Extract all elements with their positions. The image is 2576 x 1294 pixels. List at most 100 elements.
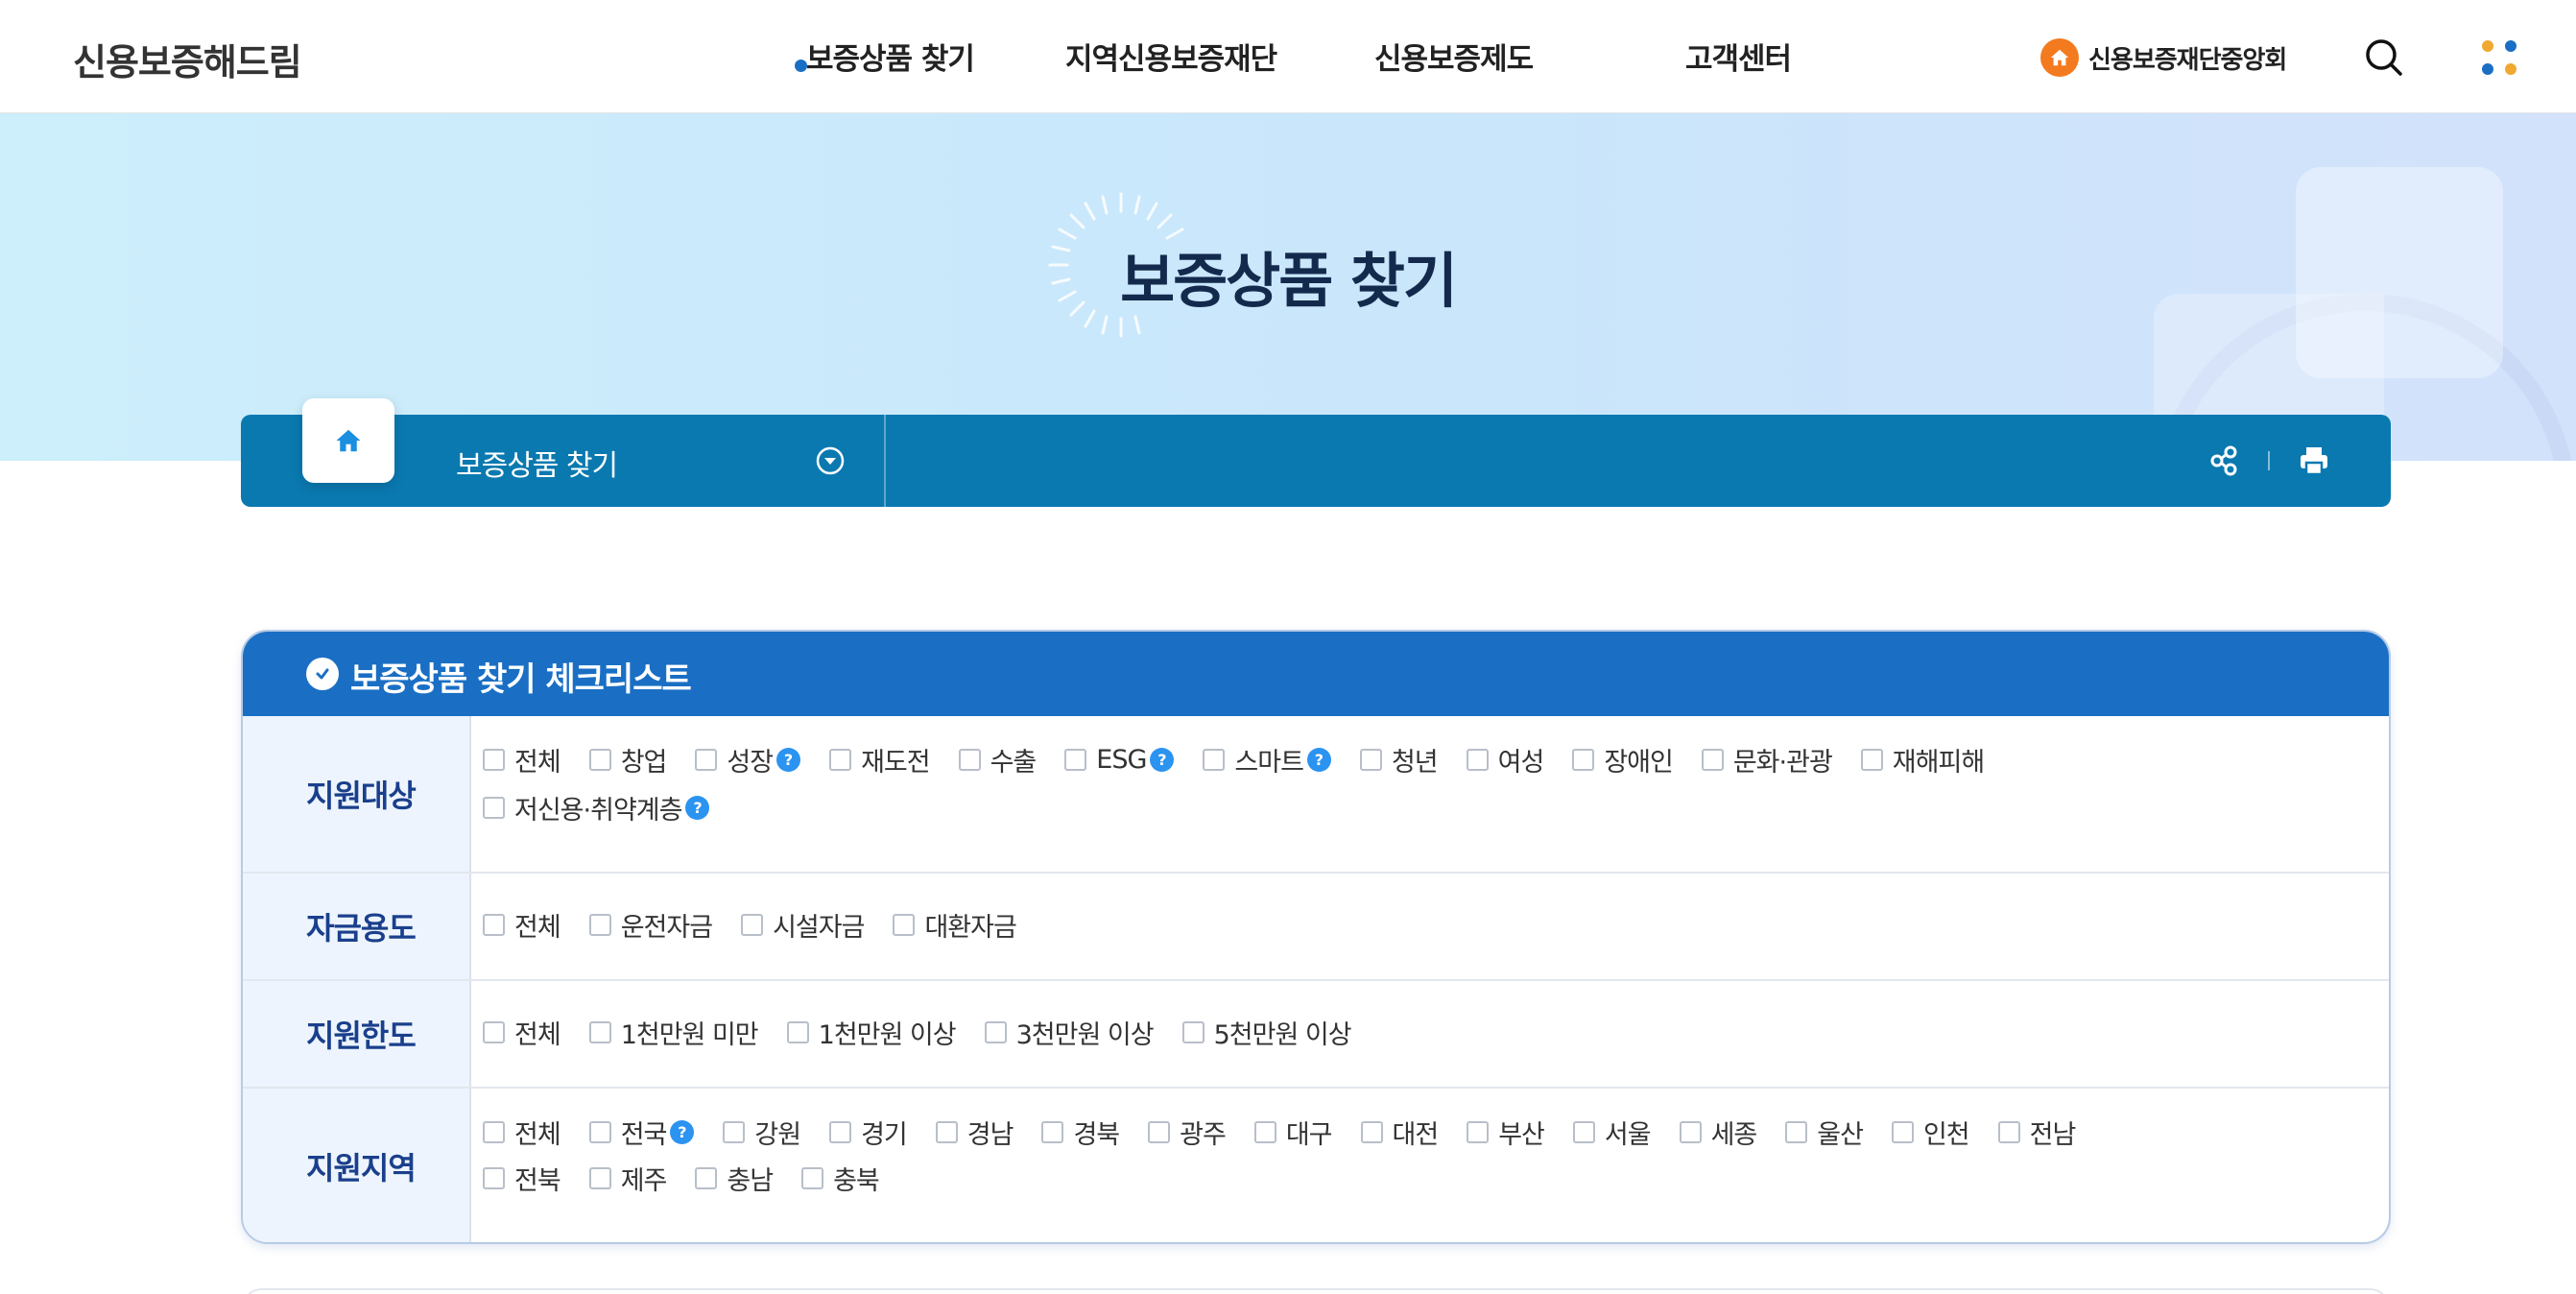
checkbox-option[interactable]: 울산 [1785, 1108, 1864, 1156]
checkbox[interactable] [588, 1166, 611, 1189]
checkbox-option[interactable]: 5천만원 이상 [1181, 1008, 1352, 1056]
checkbox[interactable] [1997, 1120, 2020, 1143]
checkbox-option[interactable]: 서울 [1572, 1108, 1652, 1156]
checkbox-option[interactable]: 광주 [1148, 1108, 1227, 1156]
checkbox[interactable] [741, 913, 764, 936]
checkbox-option[interactable]: 전체 [483, 735, 561, 783]
checkbox-option[interactable]: 1천만원 이상 [786, 1008, 957, 1056]
checkbox-option[interactable]: 세종 [1679, 1108, 1757, 1156]
checkbox-option[interactable]: 스마트? [1203, 735, 1331, 783]
nav-item-guarantee-system[interactable]: 신용보증제도 [1374, 35, 1534, 78]
checkbox-option[interactable]: 충북 [801, 1154, 880, 1202]
checkbox[interactable] [483, 1020, 505, 1043]
checkbox[interactable] [1860, 748, 1883, 771]
checkbox[interactable] [801, 1166, 824, 1189]
checkbox-option[interactable]: 경기 [829, 1108, 908, 1156]
checkbox[interactable] [588, 1120, 611, 1143]
checkbox[interactable] [893, 913, 916, 936]
checkbox-option[interactable]: 전북 [483, 1154, 561, 1202]
checkbox-option[interactable]: 3천만원 이상 [984, 1008, 1155, 1056]
checkbox-option[interactable]: 충남 [695, 1154, 774, 1202]
checkbox-option[interactable]: 부산 [1467, 1108, 1545, 1156]
breadcrumb-current[interactable]: 보증상품 찾기 [456, 442, 618, 484]
checkbox[interactable] [1203, 748, 1226, 771]
checkbox[interactable] [1148, 1120, 1171, 1143]
checkbox-option[interactable]: 문화·관광 [1701, 735, 1833, 783]
breadcrumb-home-button[interactable] [302, 398, 394, 483]
checkbox[interactable] [1253, 1120, 1276, 1143]
checkbox-option[interactable]: 제주 [588, 1154, 667, 1202]
checkbox[interactable] [1467, 1120, 1490, 1143]
checkbox-option[interactable]: 전체 [483, 900, 561, 948]
checkbox-option[interactable]: 전국? [588, 1108, 695, 1156]
checkbox-option[interactable]: 전체 [483, 1008, 561, 1056]
checkbox-option[interactable]: 여성 [1466, 735, 1544, 783]
checkbox-option[interactable]: 경북 [1041, 1108, 1120, 1156]
checkbox[interactable] [588, 913, 611, 936]
checkbox[interactable] [1359, 748, 1382, 771]
checkbox-option[interactable]: 장애인 [1572, 735, 1674, 783]
checkbox[interactable] [1360, 1120, 1383, 1143]
help-icon[interactable]: ? [670, 1119, 695, 1144]
checkbox[interactable] [935, 1120, 958, 1143]
checkbox[interactable] [483, 1166, 505, 1189]
checkbox-option[interactable]: 대환자금 [893, 900, 1017, 948]
checkbox[interactable] [829, 748, 852, 771]
chevron-down-icon[interactable] [815, 445, 846, 476]
checkbox[interactable] [1572, 748, 1595, 771]
checkbox[interactable] [984, 1020, 1007, 1043]
checkbox-option[interactable]: 저신용·취약계층? [483, 783, 710, 831]
checkbox-option[interactable]: 성장? [695, 735, 801, 783]
checkbox[interactable] [1701, 748, 1724, 771]
checkbox[interactable] [588, 1020, 611, 1043]
checkbox-option[interactable]: 창업 [588, 735, 667, 783]
share-icon[interactable] [2206, 443, 2241, 478]
checkbox[interactable] [1572, 1120, 1595, 1143]
checkbox[interactable] [723, 1120, 746, 1143]
checkbox-option[interactable]: 1천만원 미만 [588, 1008, 759, 1056]
checkbox[interactable] [695, 748, 718, 771]
checkbox-option[interactable]: 전체 [483, 1108, 561, 1156]
help-icon[interactable]: ? [1150, 747, 1175, 772]
checkbox-option[interactable]: 전남 [1997, 1108, 2076, 1156]
checkbox-option[interactable]: 강원 [723, 1108, 801, 1156]
help-icon[interactable]: ? [1306, 747, 1331, 772]
all-menu-icon[interactable] [2478, 36, 2520, 79]
checkbox[interactable] [483, 1120, 505, 1143]
checkbox[interactable] [1041, 1120, 1064, 1143]
checkbox-option[interactable]: ESG? [1064, 735, 1175, 783]
nav-item-regional-foundation[interactable]: 지역신용보증재단 [1065, 35, 1277, 78]
checkbox[interactable] [1466, 748, 1489, 771]
checkbox-option[interactable]: 경남 [935, 1108, 1014, 1156]
help-icon[interactable]: ? [776, 747, 801, 772]
print-icon[interactable] [2297, 443, 2331, 478]
checkbox[interactable] [786, 1020, 809, 1043]
site-logo[interactable]: 신용보증해드림 [73, 33, 302, 85]
nav-item-customer-center[interactable]: 고객센터 [1685, 35, 1792, 78]
checkbox-option[interactable]: 운전자금 [588, 900, 713, 948]
org-home-link[interactable]: 신용보증재단중앙회 [2040, 38, 2287, 77]
checkbox[interactable] [483, 913, 505, 936]
checkbox-option[interactable]: 대전 [1360, 1108, 1439, 1156]
nav-item-product-search[interactable]: 보증상품 찾기 [806, 35, 975, 78]
help-icon[interactable]: ? [685, 795, 710, 820]
checkbox[interactable] [588, 748, 611, 771]
checkbox[interactable] [483, 796, 505, 819]
checkbox-option[interactable]: 수출 [958, 735, 1037, 783]
search-icon[interactable] [2363, 36, 2405, 79]
checkbox-option[interactable]: 인천 [1891, 1108, 1970, 1156]
checkbox[interactable] [1679, 1120, 1702, 1143]
checkbox[interactable] [1891, 1120, 1914, 1143]
checkbox-option[interactable]: 대구 [1253, 1108, 1332, 1156]
checkbox[interactable] [695, 1166, 718, 1189]
checkbox[interactable] [958, 748, 981, 771]
checkbox[interactable] [829, 1120, 852, 1143]
checkbox-option[interactable]: 청년 [1359, 735, 1439, 783]
checkbox[interactable] [1785, 1120, 1808, 1143]
checkbox-option[interactable]: 재해피해 [1860, 735, 1985, 783]
checkbox-option[interactable]: 재도전 [829, 735, 931, 783]
checkbox[interactable] [1181, 1020, 1205, 1043]
checkbox[interactable] [1064, 748, 1087, 771]
checkbox[interactable] [483, 748, 505, 771]
checkbox-option[interactable]: 시설자금 [741, 900, 865, 948]
